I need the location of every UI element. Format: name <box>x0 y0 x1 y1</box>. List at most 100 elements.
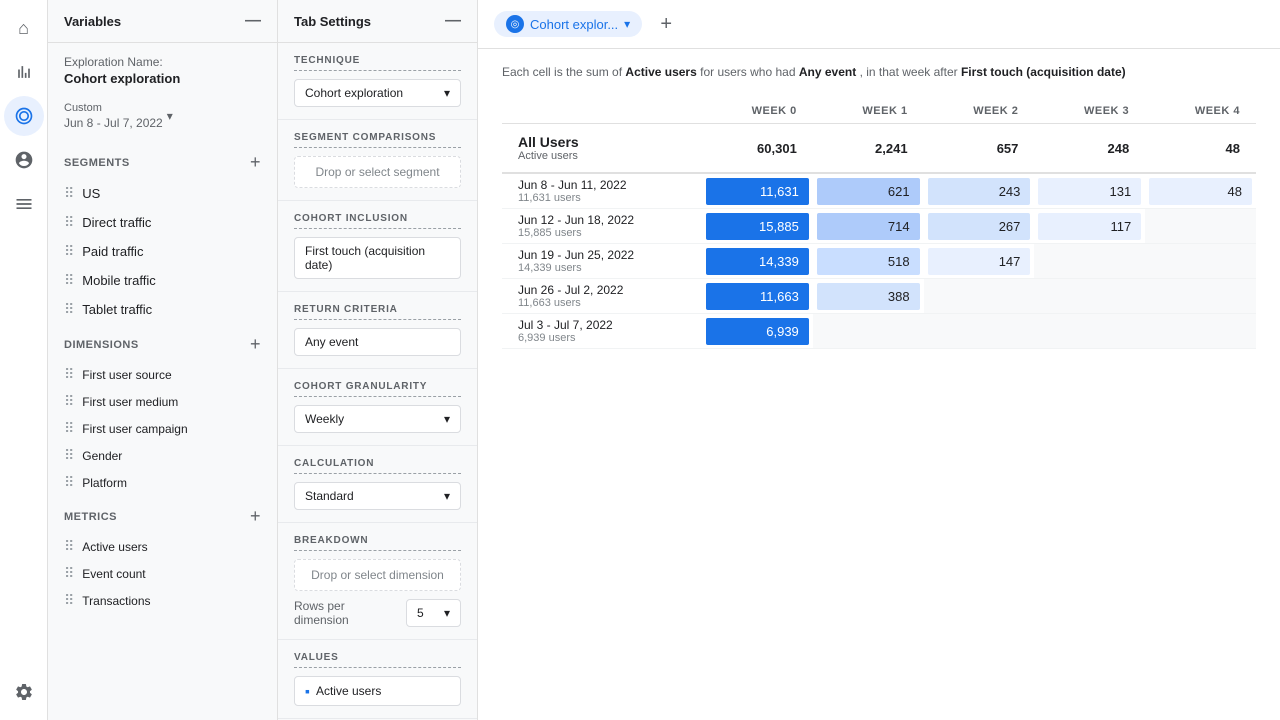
metrics-add-btn[interactable]: + <box>250 506 261 527</box>
metrics-title: METRICS <box>64 511 117 523</box>
segment-item-paid[interactable]: ⠿ Paid traffic <box>48 237 277 266</box>
metrics-section-header: METRICS + <box>48 496 277 533</box>
segments-add-btn[interactable]: + <box>250 152 261 173</box>
tab-settings-minimize-btn[interactable]: — <box>445 12 461 30</box>
calculation-dropdown[interactable]: Standard ▾ <box>294 482 461 510</box>
explore-icon[interactable] <box>4 96 44 136</box>
dimension-item-platform[interactable]: ⠿ Platform <box>48 469 277 496</box>
drag-handle-icon: ⠿ <box>64 420 74 437</box>
dimensions-title: DIMENSIONS <box>64 339 139 351</box>
cell-value: 6,939 <box>706 318 809 345</box>
technique-section: TECHNIQUE Cohort exploration ▾ <box>278 43 477 120</box>
segments-list: ⠿ US ⠿ Direct traffic ⠿ Paid traffic ⠿ M… <box>48 179 277 324</box>
cell-4-1: 388 <box>813 279 924 314</box>
calculation-value: Standard <box>305 489 354 503</box>
segment-item-mobile[interactable]: ⠿ Mobile traffic <box>48 266 277 295</box>
segment-item-us[interactable]: ⠿ US <box>48 179 277 208</box>
breakdown-drop-placeholder: Drop or select dimension <box>311 568 444 582</box>
metric-label: Active users <box>82 540 147 554</box>
chart-icon[interactable] <box>4 52 44 92</box>
col-header-week3: WEEK 3 <box>1034 99 1145 124</box>
desc-text-2: for users who had <box>700 65 795 79</box>
cell-3-4 <box>1145 244 1256 279</box>
cohort-inclusion-label: COHORT INCLUSION <box>294 213 461 229</box>
cohort-inclusion-value[interactable]: First touch (acquisition date) <box>294 237 461 279</box>
cohort-tab-icon: ◎ <box>506 15 524 33</box>
cell-3-2: 147 <box>924 244 1035 279</box>
cell-2-1: 714 <box>813 209 924 244</box>
technique-dropdown[interactable]: Cohort exploration ▾ <box>294 79 461 107</box>
cohort-granularity-label: COHORT GRANULARITY <box>294 381 461 397</box>
reports-icon[interactable] <box>4 184 44 224</box>
values-value[interactable]: ▪ Active users <box>294 676 461 706</box>
drag-handle-icon: ⠿ <box>64 592 74 609</box>
segment-drop-zone[interactable]: Drop or select segment <box>294 156 461 188</box>
cohort-granularity-dropdown[interactable]: Weekly ▾ <box>294 405 461 433</box>
cell-4-4 <box>1145 279 1256 314</box>
segment-item-direct[interactable]: ⠿ Direct traffic <box>48 208 277 237</box>
variables-minimize-btn[interactable]: — <box>245 12 261 30</box>
cell-value: 15,885 <box>706 213 809 240</box>
drag-handle-icon: ⠿ <box>64 214 74 231</box>
metric-item-event-count[interactable]: ⠿ Event count <box>48 560 277 587</box>
date-range-arrow[interactable]: ▾ <box>167 109 173 123</box>
metric-item-active-users[interactable]: ⠿ Active users <box>48 533 277 560</box>
drag-handle-icon: ⠿ <box>64 301 74 318</box>
cohort-tab[interactable]: ◎ Cohort explor... ▾ <box>494 11 642 37</box>
table-row: Jun 12 - Jun 18, 2022 15,885 users 15,88… <box>502 209 1256 244</box>
variables-title: Variables <box>64 14 121 29</box>
cohort-tab-label: Cohort explor... <box>530 17 618 32</box>
cell-3-3 <box>1034 244 1145 279</box>
dimensions-section-header: DIMENSIONS + <box>48 324 277 361</box>
add-tab-button[interactable]: + <box>650 8 682 40</box>
technique-label: TECHNIQUE <box>294 55 461 71</box>
tab-settings-header: Tab Settings — <box>278 0 477 43</box>
variables-panel: Variables — Exploration Name: Cohort exp… <box>48 0 278 720</box>
cohort-inclusion-section: COHORT INCLUSION First touch (acquisitio… <box>278 201 477 292</box>
breakdown-label: BREAKDOWN <box>294 535 461 551</box>
desc-event: Any event <box>799 65 856 79</box>
cell-value: 131 <box>1038 178 1141 205</box>
return-criteria-value[interactable]: Any event <box>294 328 461 356</box>
drag-handle-icon: ⠿ <box>64 272 74 289</box>
breakdown-drop-zone[interactable]: Drop or select dimension <box>294 559 461 591</box>
breakdown-section: BREAKDOWN Drop or select dimension Rows … <box>278 523 477 640</box>
settings-icon[interactable] <box>4 672 44 712</box>
dimensions-add-btn[interactable]: + <box>250 334 261 355</box>
metric-label: Transactions <box>82 594 150 608</box>
date-range-value: Jun 8 - Jul 7, 2022 <box>64 116 163 130</box>
exploration-name-value: Cohort exploration <box>64 71 261 86</box>
row-label-4: Jun 26 - Jul 2, 2022 11,663 users <box>502 279 702 314</box>
cell-value: 243 <box>928 178 1031 205</box>
chevron-down-icon: ▾ <box>444 489 450 503</box>
col-header-week4: WEEK 4 <box>1145 99 1256 124</box>
date-range-custom-label: Custom <box>64 102 163 114</box>
cell-1-1: 621 <box>813 173 924 209</box>
exploration-name-section: Exploration Name: Cohort exploration <box>48 43 277 98</box>
variables-panel-header: Variables — <box>48 0 277 43</box>
report-description: Each cell is the sum of Active users for… <box>502 65 1256 79</box>
segment-item-tablet[interactable]: ⠿ Tablet traffic <box>48 295 277 324</box>
table-row: Jun 8 - Jun 11, 2022 11,631 users 11,631… <box>502 173 1256 209</box>
rows-per-dimension-dropdown[interactable]: 5 ▾ <box>406 599 461 627</box>
dimension-item-campaign[interactable]: ⠿ First user campaign <box>48 415 277 442</box>
cell-value: 621 <box>817 178 920 205</box>
metric-label: Event count <box>82 567 145 581</box>
return-criteria-section: RETURN CRITERIA Any event <box>278 292 477 369</box>
dimension-item-medium[interactable]: ⠿ First user medium <box>48 388 277 415</box>
dimensions-list: ⠿ First user source ⠿ First user medium … <box>48 361 277 496</box>
cohort-table-wrapper: WEEK 0 WEEK 1 WEEK 2 WEEK 3 WEEK 4 All U… <box>502 99 1256 349</box>
home-icon[interactable]: ⌂ <box>4 8 44 48</box>
cell-4-3 <box>1034 279 1145 314</box>
desc-text-1: Each cell is the sum of <box>502 65 622 79</box>
metric-item-transactions[interactable]: ⠿ Transactions <box>48 587 277 614</box>
audience-icon[interactable] <box>4 140 44 180</box>
all-users-week1: 2,241 <box>813 124 924 174</box>
segment-label: Tablet traffic <box>82 302 152 317</box>
table-header-row: WEEK 0 WEEK 1 WEEK 2 WEEK 3 WEEK 4 <box>502 99 1256 124</box>
segment-label: US <box>82 186 100 201</box>
dimension-label: First user medium <box>82 395 178 409</box>
cohort-table: WEEK 0 WEEK 1 WEEK 2 WEEK 3 WEEK 4 All U… <box>502 99 1256 349</box>
dimension-item-gender[interactable]: ⠿ Gender <box>48 442 277 469</box>
dimension-item-source[interactable]: ⠿ First user source <box>48 361 277 388</box>
